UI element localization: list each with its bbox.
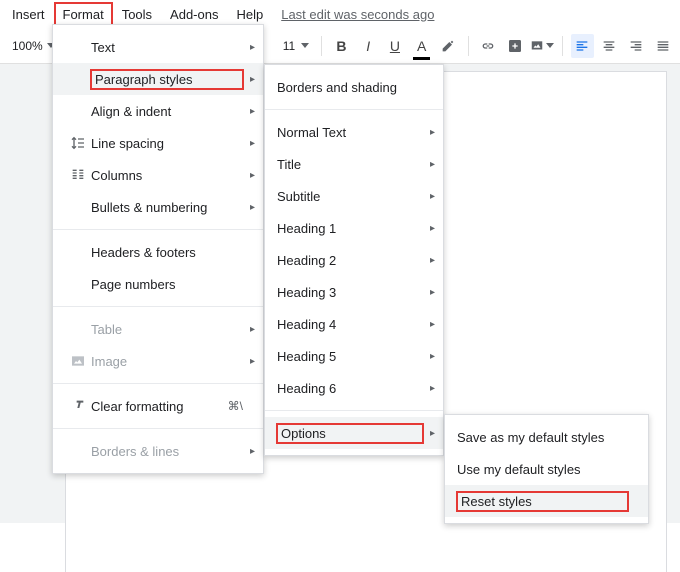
clear-formatting-icon <box>65 398 91 414</box>
highlight-button[interactable] <box>437 34 460 58</box>
menu-item-paragraph-styles[interactable]: Paragraph styles▸ <box>53 63 263 95</box>
chevron-right-icon: ▸ <box>430 255 435 266</box>
menu-item-table: Table▸ <box>53 313 263 345</box>
options-dropdown: Save as my default styles Use my default… <box>444 414 649 524</box>
underline-button[interactable]: U <box>384 34 407 58</box>
menu-item-columns[interactable]: Columns▸ <box>53 159 263 191</box>
menu-item-align-indent[interactable]: Align & indent▸ <box>53 95 263 127</box>
menu-item-page-numbers[interactable]: Page numbers <box>53 268 263 300</box>
font-size-select[interactable]: 11 <box>279 39 313 53</box>
insert-link-button[interactable] <box>477 34 500 58</box>
menu-item-use-default-styles[interactable]: Use my default styles <box>445 453 648 485</box>
align-justify-button[interactable] <box>651 34 674 58</box>
chevron-right-icon: ▸ <box>250 74 255 85</box>
insert-comment-button[interactable] <box>503 34 526 58</box>
shortcut-label: ⌘\ <box>228 399 243 413</box>
chevron-right-icon: ▸ <box>250 446 255 457</box>
format-dropdown: Text▸ Paragraph styles▸ Align & indent▸ … <box>52 24 264 474</box>
menu-item-text[interactable]: Text▸ <box>53 31 263 63</box>
chevron-right-icon: ▸ <box>430 428 435 439</box>
menu-item-heading-5[interactable]: Heading 5▸ <box>265 340 443 372</box>
paragraph-styles-dropdown: Borders and shading Normal Text▸ Title▸ … <box>264 64 444 456</box>
chevron-right-icon: ▸ <box>250 356 255 367</box>
menu-help[interactable]: Help <box>228 3 271 26</box>
menu-item-borders-lines: Borders & lines▸ <box>53 435 263 467</box>
image-icon <box>65 353 91 369</box>
line-spacing-icon <box>65 135 91 151</box>
chevron-down-icon <box>301 43 309 48</box>
chevron-right-icon: ▸ <box>430 351 435 362</box>
menu-item-heading-1[interactable]: Heading 1▸ <box>265 212 443 244</box>
chevron-right-icon: ▸ <box>430 159 435 170</box>
highlighter-icon <box>440 38 456 54</box>
chevron-right-icon: ▸ <box>430 319 435 330</box>
chevron-right-icon: ▸ <box>250 42 255 53</box>
menu-item-save-default-styles[interactable]: Save as my default styles <box>445 421 648 453</box>
align-center-button[interactable] <box>598 34 621 58</box>
chevron-right-icon: ▸ <box>430 287 435 298</box>
align-left-icon <box>574 38 590 54</box>
columns-icon <box>65 167 91 183</box>
chevron-right-icon: ▸ <box>430 223 435 234</box>
menu-item-heading-3[interactable]: Heading 3▸ <box>265 276 443 308</box>
chevron-right-icon: ▸ <box>250 170 255 181</box>
chevron-right-icon: ▸ <box>430 127 435 138</box>
chevron-down-icon <box>546 43 554 48</box>
italic-button[interactable]: I <box>357 34 380 58</box>
insert-image-button[interactable] <box>530 34 554 58</box>
menu-item-reset-styles[interactable]: Reset styles <box>445 485 648 517</box>
text-color-button[interactable]: A <box>410 34 433 58</box>
chevron-right-icon: ▸ <box>250 106 255 117</box>
last-edit-link[interactable]: Last edit was seconds ago <box>281 7 434 22</box>
chevron-right-icon: ▸ <box>430 191 435 202</box>
bold-button[interactable]: B <box>330 34 353 58</box>
chevron-right-icon: ▸ <box>430 383 435 394</box>
menu-insert[interactable]: Insert <box>4 3 53 26</box>
menu-tools[interactable]: Tools <box>114 3 160 26</box>
align-left-button[interactable] <box>571 34 594 58</box>
menu-item-heading-2[interactable]: Heading 2▸ <box>265 244 443 276</box>
chevron-right-icon: ▸ <box>250 138 255 149</box>
image-icon <box>530 38 544 54</box>
menu-item-subtitle[interactable]: Subtitle▸ <box>265 180 443 212</box>
zoom-value: 100% <box>12 39 43 53</box>
menu-item-borders-shading[interactable]: Borders and shading <box>265 71 443 103</box>
font-size-value: 11 <box>283 39 295 53</box>
menu-item-bullets[interactable]: Bullets & numbering▸ <box>53 191 263 223</box>
menu-item-clear-formatting[interactable]: Clear formatting ⌘\ <box>53 390 263 422</box>
menu-item-headers-footers[interactable]: Headers & footers <box>53 236 263 268</box>
align-justify-icon <box>655 38 671 54</box>
menu-item-heading-4[interactable]: Heading 4▸ <box>265 308 443 340</box>
menu-item-heading-6[interactable]: Heading 6▸ <box>265 372 443 404</box>
menu-item-options[interactable]: Options▸ <box>265 417 443 449</box>
menu-addons[interactable]: Add-ons <box>162 3 226 26</box>
menu-item-normal-text[interactable]: Normal Text▸ <box>265 116 443 148</box>
menu-format[interactable]: Format <box>55 3 112 26</box>
chevron-right-icon: ▸ <box>250 324 255 335</box>
menu-item-image: Image▸ <box>53 345 263 377</box>
align-center-icon <box>601 38 617 54</box>
align-right-button[interactable] <box>625 34 648 58</box>
link-icon <box>480 38 496 54</box>
menu-item-title[interactable]: Title▸ <box>265 148 443 180</box>
align-right-icon <box>628 38 644 54</box>
menu-item-line-spacing[interactable]: Line spacing▸ <box>53 127 263 159</box>
comment-plus-icon <box>507 38 523 54</box>
chevron-right-icon: ▸ <box>250 202 255 213</box>
